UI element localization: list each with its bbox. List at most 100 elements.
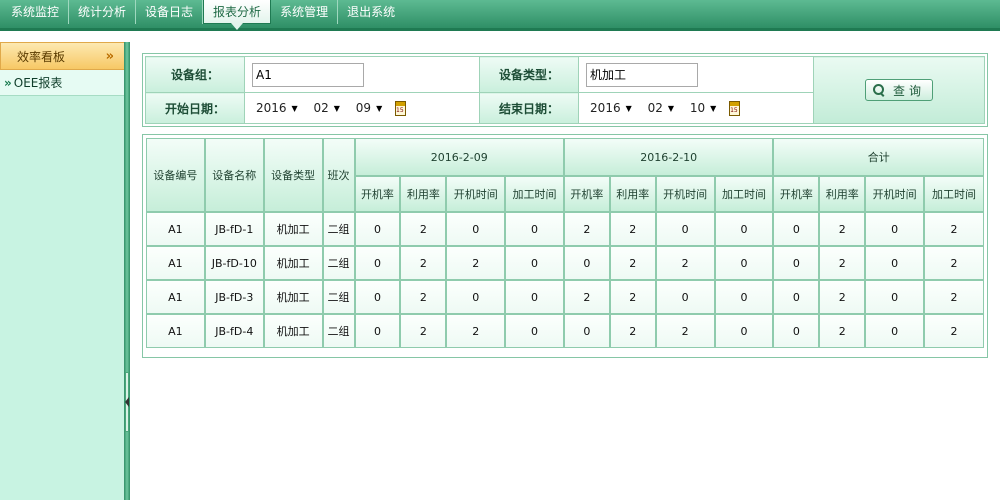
device-group-input[interactable] [251,62,364,87]
cell-value: 0 [773,280,820,314]
sub-header-cell: 开机率 [773,176,820,212]
cell-value: 0 [354,314,401,348]
header-device-id: 设备编号 [146,138,205,212]
cell-value: 2 [563,280,610,314]
cell-value: 2 [924,314,984,348]
header-group-date-2: 2016-2-10 [563,138,774,176]
header-shift: 班次 [322,138,355,212]
cell-value: 2 [655,314,715,348]
cell-shift: 二组 [322,212,355,246]
double-chevron-right-icon[interactable]: » [106,49,114,64]
cell-shift: 二组 [322,280,355,314]
oee-report-table-panel: 设备编号 设备名称 设备类型 班次 2016-2-09 2016-2-10 合计… [142,134,988,358]
dropdown-arrow-icon: ▼ [291,103,298,113]
collapse-handle-icon[interactable] [125,372,129,432]
start-year-select[interactable]: 2016 ▼ [252,98,302,118]
cell-value: 2 [819,212,866,246]
cell-value: 0 [354,280,401,314]
cell-value: 0 [563,246,610,280]
dropdown-arrow-icon: ▼ [667,103,675,113]
header-group-total: 合计 [773,138,984,176]
sub-header-cell: 加工时间 [924,176,984,212]
oee-report-table: 设备编号 设备名称 设备类型 班次 2016-2-09 2016-2-10 合计… [146,138,984,348]
table-row: A1 JB-fD-4 机加工 二组 0 2 2 0 0 2 2 0 0 2 0 2 [146,314,984,348]
table-row: A1 JB-fD-10 机加工 二组 0 2 2 0 0 2 2 0 0 2 0 2 [146,246,984,280]
sub-header-cell: 开机率 [354,176,401,212]
cell-value: 0 [865,314,925,348]
cell-value: 2 [400,246,447,280]
nav-item-device-log[interactable]: 设备日志 [136,0,204,24]
sub-header-cell: 开机率 [563,176,610,212]
sidebar: 效率看板 » » OEE报表 [0,42,126,500]
sub-header-cell: 利用率 [819,176,866,212]
cell-value: 0 [773,314,820,348]
cell-value: 2 [924,280,984,314]
cell-value: 0 [505,280,564,314]
cell-value: 2 [655,246,715,280]
cell-value: 0 [865,212,925,246]
start-month-select[interactable]: 02 ▼ [310,98,344,118]
nav-item-logout[interactable]: 退出系统 [338,0,404,24]
table-body: A1 JB-fD-1 机加工 二组 0 2 0 0 2 2 0 0 0 2 0 2 A1 JB-fD-10 机加工二… [146,212,984,348]
dropdown-arrow-icon: ▼ [376,103,383,113]
top-navigation: 系统监控 统计分析 设备日志 报表分析 系统管理 退出系统 [0,0,1000,31]
nav-item-statistics[interactable]: 统计分析 [69,0,137,24]
query-button-label: 查询 [893,83,926,98]
cell-id: A1 [146,314,205,348]
header-device-type: 设备类型 [263,138,323,212]
cell-name: JB-fD-3 [204,280,264,314]
table-row: A1 JB-fD-3 机加工 二组 0 2 0 0 2 2 0 0 0 2 0 2 [146,280,984,314]
table-row: A1 JB-fD-1 机加工 二组 0 2 0 0 2 2 0 0 0 2 0 2 [146,212,984,246]
cell-value: 0 [655,280,715,314]
cell-value: 0 [773,212,820,246]
cell-type: 机加工 [263,314,323,348]
cell-value: 2 [446,246,506,280]
cell-value: 0 [655,212,715,246]
cell-value: 2 [924,212,984,246]
nav-item-system-management[interactable]: 系统管理 [271,0,339,24]
start-day-select[interactable]: 09 ▼ [352,98,386,118]
cell-value: 2 [446,314,506,348]
calendar-icon[interactable] [395,101,407,117]
nav-item-monitor[interactable]: 系统监控 [2,0,70,24]
device-type-label: 设备类型： [479,55,580,94]
cell-value: 0 [354,212,401,246]
sidebar-header-label: 效率看板 [17,49,66,64]
cell-value: 2 [400,280,447,314]
nav-item-report-analysis[interactable]: 报表分析 [203,0,272,30]
cell-shift: 二组 [322,314,355,348]
sidebar-splitter[interactable] [124,42,130,500]
dropdown-arrow-icon: ▼ [710,103,717,113]
cell-name: JB-fD-1 [204,212,264,246]
cell-value: 0 [773,246,820,280]
cell-value: 2 [609,246,656,280]
cell-value: 2 [819,314,866,348]
header-device-name: 设备名称 [204,138,264,212]
end-day-select[interactable]: 10 ▼ [686,98,720,118]
cell-value: 2 [609,212,656,246]
search-icon [873,84,885,96]
cell-value: 0 [505,246,564,280]
query-button[interactable]: 查询 [865,79,934,101]
end-date-label: 结束日期： [479,92,580,124]
cell-value: 0 [505,314,564,348]
cell-name: JB-fD-10 [204,246,264,280]
sidebar-item-label: OEE报表 [13,76,63,90]
cell-value: 0 [714,246,774,280]
sidebar-item-oee-report[interactable]: » OEE报表 [0,70,125,96]
sub-header-cell: 利用率 [609,176,656,212]
double-chevron-right-icon: » [4,75,12,90]
end-month-select[interactable]: 02 ▼ [644,98,678,118]
device-type-input[interactable] [586,62,699,87]
calendar-icon[interactable] [729,101,741,117]
end-year-select[interactable]: 2016 ▼ [586,98,636,118]
cell-value: 0 [354,246,401,280]
cell-value: 0 [714,314,774,348]
cell-value: 0 [446,280,506,314]
cell-value: 2 [400,314,447,348]
sub-header-cell: 加工时间 [714,176,774,212]
cell-value: 0 [563,314,610,348]
sidebar-header[interactable]: 效率看板 » [0,42,125,70]
cell-value: 0 [714,212,774,246]
cell-value: 2 [924,246,984,280]
